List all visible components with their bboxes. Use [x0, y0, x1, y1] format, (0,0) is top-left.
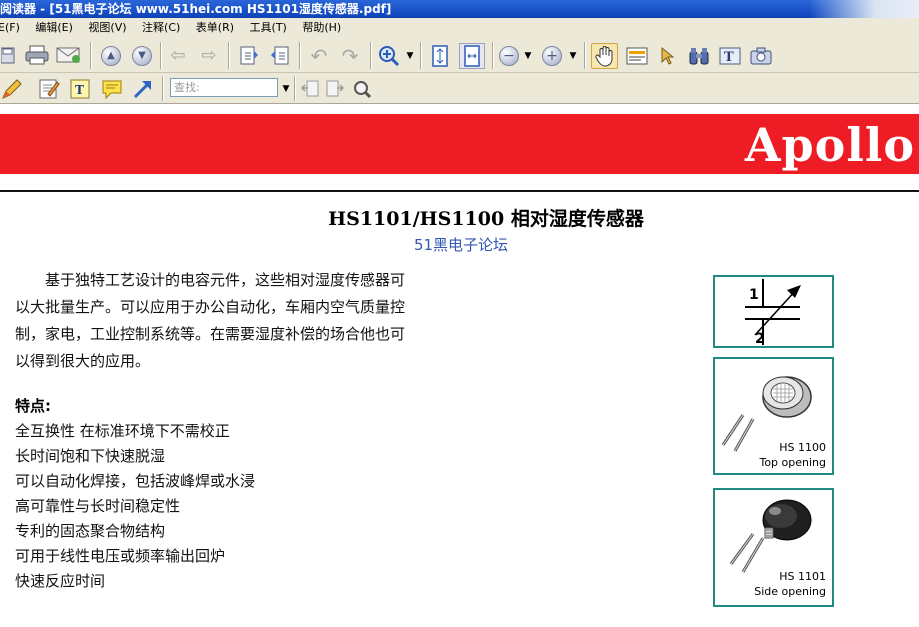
paragraph-line: 以得到很大的应用。 [15, 352, 151, 370]
menu-file[interactable]: E(F) [0, 18, 26, 38]
hs1101-model-label: HS 1101 [779, 570, 826, 583]
svg-text:T: T [75, 83, 84, 97]
undo-icon[interactable]: ↶ [306, 45, 332, 67]
feature-item: 可以自动化焊接，包括波峰焊或水浸 [15, 472, 256, 490]
insert-page-icon[interactable] [236, 44, 262, 68]
print-icon[interactable] [24, 44, 50, 66]
comment-note-icon[interactable] [100, 77, 124, 101]
find-previous-icon[interactable] [299, 78, 321, 100]
menu-forms[interactable]: 表单(R) [190, 18, 240, 38]
feature-item: 可用于线性电压或频率输出回炉 [15, 547, 226, 565]
find-next-icon[interactable] [324, 78, 346, 100]
toolbar-separator [90, 42, 92, 69]
menu-bar: E(F) 编辑(E) 视图(V) 注释(C) 表单(R) 工具(T) 帮助(H) [0, 18, 919, 38]
menu-help[interactable]: 帮助(H) [296, 18, 347, 38]
header-banner: Apollo [0, 114, 919, 174]
text-tool-icon[interactable]: T [717, 44, 743, 68]
back-arrow-icon[interactable]: ⇦ [166, 45, 190, 67]
document-title: HS1101/HS1100 相对湿度传感器 [328, 208, 644, 230]
zoom-out-dropdown-icon[interactable]: ▼ [523, 48, 533, 64]
toolbar-separator [420, 42, 422, 69]
toolbar-separator [160, 42, 162, 69]
search-icon[interactable] [351, 78, 373, 100]
zoom-in-icon[interactable]: + [542, 46, 562, 66]
toolbar-separator [162, 76, 164, 101]
annotation-toolbar: T 查找: ▼ [0, 73, 919, 104]
arrow-draw-icon[interactable] [131, 77, 155, 101]
note-edit-icon[interactable] [37, 77, 61, 101]
menu-view[interactable]: 视图(V) [82, 18, 132, 38]
features-heading: 特点: [15, 397, 51, 415]
menu-edit[interactable]: 编辑(E) [29, 18, 79, 38]
previous-page-icon[interactable]: ▲ [100, 45, 122, 67]
pencil-edit-icon[interactable] [0, 77, 26, 101]
find-dropdown-arrow-icon[interactable]: ▼ [281, 81, 291, 97]
title-bar-fade [809, 0, 919, 18]
window-title-bar[interactable]: 阅读器 - [51黑电子论坛 www.51hei.com HS1101湿度传感器… [0, 0, 919, 18]
select-arrow-icon[interactable] [656, 44, 680, 68]
menu-comment[interactable]: 注释(C) [136, 18, 186, 38]
snapshot-camera-icon[interactable] [748, 44, 774, 68]
feature-item: 全互换性 在标准环境下不需校正 [15, 422, 230, 440]
window-title: 阅读器 - [51黑电子论坛 www.51hei.com HS1101湿度传感器… [0, 2, 392, 16]
intro-paragraph: 基于独特工艺设计的电容元件，这些相对湿度传感器可 以大批量生产。可以应用于办公自… [15, 267, 467, 375]
paragraph-line: 基于独特工艺设计的电容元件，这些相对湿度传感器可 [15, 271, 406, 289]
pdf-page: Apollo HS1101/HS1100 相对湿度传感器 51黑电子论坛 基于独… [0, 104, 919, 627]
find-input[interactable]: 查找: [170, 78, 278, 97]
text-select-icon[interactable] [624, 44, 650, 68]
fit-page-icon[interactable] [428, 43, 452, 69]
toolbar-separator [584, 42, 586, 69]
redo-icon[interactable]: ↷ [337, 45, 363, 67]
toolbar-separator [294, 76, 296, 101]
menu-tools[interactable]: 工具(T) [244, 18, 293, 38]
header-rule [0, 190, 919, 192]
zoom-in-dropdown-icon[interactable]: ▼ [568, 48, 578, 64]
extract-page-icon[interactable] [267, 44, 293, 68]
hs1100-caption: Top opening [759, 456, 826, 469]
zoom-tool-icon[interactable] [376, 44, 402, 68]
features-list: 全互换性 在标准环境下不需校正 长时间饱和下快速脱湿 可以自动化焊接，包括波峰焊… [15, 419, 255, 594]
paragraph-line: 制，家电，工业控制系统等。在需要湿度补偿的场合他也可 [15, 325, 406, 343]
pin-1-label: 1 [749, 287, 759, 303]
paragraph-line: 以大批量生产。可以应用于办公自动化，车厢内空气质量控 [15, 298, 406, 316]
toolbar-separator [370, 42, 372, 69]
toolbar-separator [299, 42, 301, 69]
toolbar-separator [492, 42, 494, 69]
find-placeholder: 查找: [174, 81, 200, 94]
feature-item: 专利的固态聚合物结构 [15, 522, 166, 540]
binoculars-icon[interactable] [686, 44, 712, 68]
zoom-dropdown-arrow-icon[interactable]: ▼ [405, 48, 415, 64]
svg-text:T: T [724, 50, 734, 65]
pin-2-label: 2 [755, 331, 765, 346]
feature-item: 高可靠性与长时间稳定性 [15, 497, 181, 515]
main-toolbar: ▲ ▼ ⇦ ⇨ ↶ ↷ ▼ − ▼ + ▼ T [0, 38, 919, 73]
hs1100-model-label: HS 1100 [779, 441, 826, 454]
save-icon[interactable] [0, 45, 16, 65]
feature-item: 长时间饱和下快速脱湿 [15, 447, 166, 465]
hs1100-figure: HS 1100 Top opening [713, 357, 834, 475]
zoom-out-icon[interactable]: − [499, 46, 519, 66]
email-icon[interactable] [55, 45, 83, 65]
hs1101-caption: Side opening [754, 585, 826, 598]
feature-item: 快速反应时间 [15, 572, 106, 590]
text-box-icon[interactable]: T [68, 77, 92, 101]
fit-width-icon[interactable] [459, 43, 485, 69]
document-subtitle: 51黑电子论坛 [413, 236, 509, 254]
hs1101-figure: HS 1101 Side opening [713, 488, 834, 607]
apollo-logo: Apollo [744, 118, 915, 172]
hand-tool-icon[interactable] [591, 43, 618, 69]
forward-arrow-icon[interactable]: ⇨ [197, 45, 221, 67]
variable-capacitor-symbol: 1 2 [745, 279, 801, 347]
next-page-icon[interactable]: ▼ [131, 45, 153, 67]
capacitor-symbol-figure: 1 2 [713, 275, 834, 348]
toolbar-separator [228, 42, 230, 69]
